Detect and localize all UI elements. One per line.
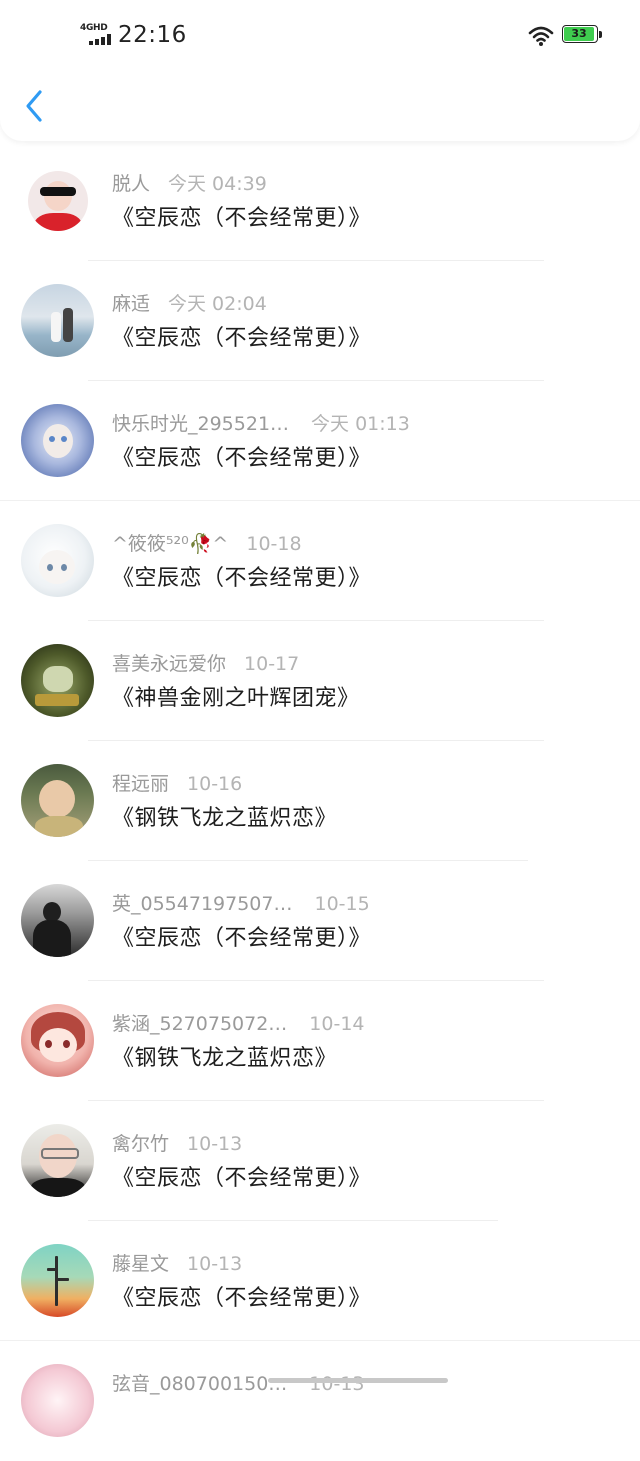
avatar	[21, 404, 94, 477]
message-title: 《空辰恋（不会经常更）》	[112, 926, 372, 951]
user-name: 快乐时光_295521…	[112, 413, 290, 435]
list-item[interactable]: ^筱筱⁵²⁰🥀^ 10-18 《空辰恋（不会经常更）》	[0, 501, 640, 621]
message-time: 10-14	[309, 1013, 365, 1035]
home-indicator[interactable]	[268, 1378, 448, 1383]
message-title: 《空辰恋（不会经常更）》	[112, 446, 372, 471]
message-title: 《空辰恋（不会经常更）》	[112, 206, 372, 231]
status-bar: 4GHD 22:16 33	[0, 0, 640, 70]
header: 4GHD 22:16 33	[0, 0, 640, 141]
message-title: 《空辰恋（不会经常更）》	[112, 326, 372, 351]
battery-icon: 33	[562, 25, 602, 45]
avatar	[21, 284, 94, 357]
user-name: 禽尔竹	[112, 1133, 170, 1155]
avatar	[21, 524, 94, 597]
message-title: 《空辰恋（不会经常更）》	[112, 1286, 372, 1311]
user-name: 麻适	[112, 293, 151, 315]
user-name: 程远丽	[112, 773, 170, 795]
wifi-icon	[528, 26, 554, 46]
message-time: 10-13	[187, 1253, 243, 1275]
list-item[interactable]: 禽尔竹 10-13 《空辰恋（不会经常更）》	[0, 1101, 640, 1221]
chevron-left-icon	[26, 90, 42, 122]
avatar	[21, 1244, 94, 1317]
list-item[interactable]: 英_05547197507… 10-15 《空辰恋（不会经常更）》	[0, 861, 640, 981]
network-indicator: 4GHD	[80, 23, 114, 47]
list-item[interactable]: 脱人 今天 04:39 《空辰恋（不会经常更）》	[0, 141, 640, 261]
avatar	[21, 884, 94, 957]
list-item[interactable]: 藤星文 10-13 《空辰恋（不会经常更）》	[0, 1221, 640, 1341]
list-item[interactable]: 喜美永远爱你 10-17 《神兽金刚之叶辉团宠》	[0, 621, 640, 741]
user-name: 喜美永远爱你	[112, 653, 227, 675]
user-name: 藤星文	[112, 1253, 170, 1275]
user-name: 脱人	[112, 173, 151, 195]
message-title: 《空辰恋（不会经常更）》	[112, 1166, 372, 1191]
message-time: 10-13	[309, 1373, 365, 1395]
user-name: 紫涵_527075072…	[112, 1013, 288, 1035]
back-button[interactable]	[20, 86, 50, 126]
list-item[interactable]: 弦音_080700150… 10-13	[0, 1341, 640, 1461]
network-label: 4GHD	[80, 23, 108, 33]
battery-level: 33	[571, 27, 587, 40]
user-name: 弦音_080700150…	[112, 1373, 288, 1395]
status-time: 22:16	[118, 22, 187, 48]
message-time: 10-13	[187, 1133, 243, 1155]
avatar	[28, 171, 88, 231]
message-time: 今天 04:39	[168, 173, 267, 195]
list-item[interactable]: 麻适 今天 02:04 《空辰恋（不会经常更）》	[0, 261, 640, 381]
message-title: 《钢铁飞龙之蓝炽恋》	[112, 1046, 338, 1071]
avatar	[21, 1124, 94, 1197]
message-title: 《空辰恋（不会经常更）》	[112, 566, 372, 591]
message-title: 《神兽金刚之叶辉团宠》	[112, 686, 360, 711]
list-item[interactable]: 紫涵_527075072… 10-14 《钢铁飞龙之蓝炽恋》	[0, 981, 640, 1101]
list-item[interactable]: 快乐时光_295521… 今天 01:13 《空辰恋（不会经常更）》	[0, 381, 640, 501]
avatar	[21, 1364, 94, 1437]
message-time: 今天 02:04	[168, 293, 267, 315]
list-item[interactable]: 程远丽 10-16 《钢铁飞龙之蓝炽恋》	[0, 741, 640, 861]
user-name: 英_05547197507…	[112, 893, 293, 915]
signal-icon	[89, 34, 113, 45]
message-time: 10-16	[187, 773, 243, 795]
avatar	[21, 764, 94, 837]
avatar	[21, 644, 94, 717]
message-time: 今天 01:13	[311, 413, 410, 435]
message-time: 10-15	[314, 893, 370, 915]
user-name: ^筱筱⁵²⁰🥀^	[112, 533, 229, 555]
avatar	[21, 1004, 94, 1077]
message-title: 《钢铁飞龙之蓝炽恋》	[112, 806, 338, 831]
message-time: 10-18	[246, 533, 302, 555]
message-time: 10-17	[244, 653, 300, 675]
message-list: 脱人 今天 04:39 《空辰恋（不会经常更）》 麻适 今天 02:04 《空辰恋（…	[0, 141, 640, 1461]
